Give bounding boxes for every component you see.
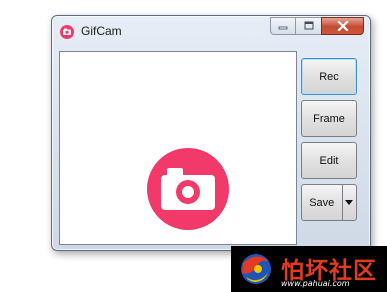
frame-label: Frame: [313, 112, 345, 125]
watermark-logo: [241, 254, 271, 284]
save-label: Save: [309, 196, 335, 209]
window-title: GifCam: [81, 24, 122, 38]
rec-button[interactable]: Rec: [301, 58, 357, 95]
frame-button[interactable]: Frame: [301, 100, 357, 137]
edit-label: Edit: [319, 154, 339, 167]
rec-label: Rec: [319, 70, 339, 83]
gifcam-camera-icon: [60, 25, 74, 39]
maximize-button[interactable]: [296, 17, 321, 35]
camera-icon: [147, 148, 229, 230]
gifcam-window: GifCam Rec Frame Edit Save: [51, 15, 371, 251]
watermark-url: www.pahuai.com: [281, 279, 350, 288]
capture-area[interactable]: [59, 51, 297, 245]
maximize-icon: [304, 21, 313, 30]
save-button[interactable]: Save: [301, 184, 357, 221]
edit-button[interactable]: Edit: [301, 142, 357, 179]
window-controls: [270, 17, 364, 35]
close-button[interactable]: [321, 17, 364, 35]
minimize-icon: [278, 26, 288, 30]
save-dropdown-button[interactable]: [341, 185, 356, 220]
minimize-button[interactable]: [270, 17, 296, 35]
watermark: 怕坏社区 www.pahuai.com: [231, 246, 387, 292]
triangle-down-icon: [345, 200, 354, 205]
title-bar[interactable]: GifCam: [52, 16, 370, 48]
close-icon: [336, 21, 349, 31]
